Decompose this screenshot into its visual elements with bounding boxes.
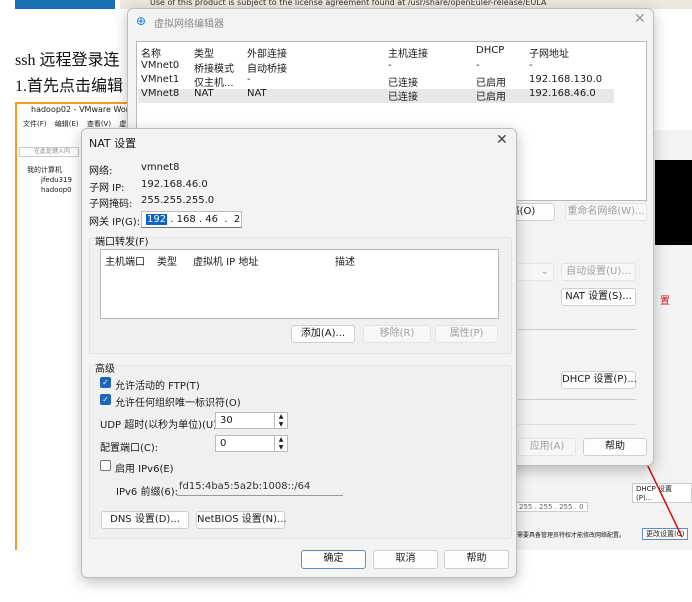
network-row-cell[interactable]: NAT bbox=[194, 88, 214, 99]
network-row-cell[interactable]: - bbox=[529, 60, 533, 71]
bg-netmask: 255 . 255 . 255 . 0 bbox=[515, 502, 588, 512]
udp-timeout-label: UDP 超时(以秒为单位)(U): bbox=[100, 420, 221, 431]
allow-oui-label: 允许任何组织唯一标识符(O) bbox=[115, 398, 241, 409]
dialog-title: 虚拟网络编辑器 bbox=[154, 19, 224, 30]
config-port-input[interactable]: 0 bbox=[215, 435, 275, 452]
add-button[interactable]: 添加(A)... bbox=[291, 325, 355, 343]
column-header[interactable]: 名称 bbox=[141, 45, 161, 60]
help-button[interactable]: 帮助 bbox=[583, 438, 647, 456]
network-row-cell[interactable]: 已启用 bbox=[476, 88, 506, 103]
cancel-button[interactable]: 取消 bbox=[373, 550, 438, 569]
admin-note: 需要具备管理员特权才能修改网络配置。 bbox=[517, 532, 626, 539]
properties-button[interactable]: 属性(P) bbox=[435, 325, 498, 343]
doc-line-1: ssh 远程登录连 bbox=[15, 52, 120, 69]
network-row-name[interactable]: VMnet0 bbox=[141, 60, 179, 71]
network-row-cell[interactable]: 已连接 bbox=[388, 74, 418, 89]
network-row-cell[interactable]: 自动桥接 bbox=[247, 60, 287, 75]
column-header[interactable]: 描述 bbox=[335, 253, 355, 268]
banner-image bbox=[15, 0, 115, 9]
allow-ftp-checkbox[interactable]: ✓ bbox=[100, 377, 111, 388]
bridge-dropdown[interactable]: ⌄ bbox=[516, 263, 554, 281]
red-arrow bbox=[644, 459, 683, 538]
column-header[interactable]: 类型 bbox=[157, 253, 177, 268]
network-row-cell[interactable]: 192.168.130.0 bbox=[529, 74, 602, 85]
gateway-octet[interactable]: 168 bbox=[177, 214, 196, 225]
gateway-ip-input[interactable]: 192 . 168 . 46 . 2 bbox=[141, 211, 242, 228]
network-row-cell[interactable]: 192.168.46.0 bbox=[529, 88, 596, 99]
nat-settings-button[interactable]: NAT 设置(S)... bbox=[561, 288, 636, 306]
ipv6-prefix-label: IPv6 前缀(6): bbox=[116, 487, 178, 498]
enable-ipv6-checkbox[interactable] bbox=[100, 460, 111, 471]
network-row-cell[interactable]: 桥接模式 bbox=[194, 60, 234, 75]
network-row-cell[interactable]: - bbox=[476, 60, 480, 71]
network-row-cell[interactable]: 已启用 bbox=[476, 74, 506, 89]
red-text: 置 bbox=[660, 296, 670, 307]
library-search[interactable]: 在此处键入内 bbox=[19, 147, 79, 157]
nat-dialog-title: NAT 设置 bbox=[89, 137, 137, 150]
apply-button[interactable]: 应用(A) bbox=[518, 438, 576, 456]
network-row-cell[interactable]: NAT bbox=[247, 88, 267, 99]
config-port-label: 配置端口(C): bbox=[100, 443, 159, 454]
doc-line-2: 1.首先点击编辑 bbox=[15, 78, 124, 95]
network-row-cell[interactable]: 仅主机... bbox=[194, 74, 234, 89]
gateway-octet[interactable]: 2 bbox=[234, 214, 240, 225]
column-header[interactable]: 类型 bbox=[194, 45, 214, 60]
config-port-stepper[interactable]: ▲ ▼ bbox=[274, 435, 288, 452]
gateway-octet[interactable]: 46 bbox=[205, 214, 218, 225]
auto-settings-button[interactable]: 自动设置(U)... bbox=[561, 263, 636, 281]
subnet-ip-label: 子网 IP: bbox=[89, 183, 125, 194]
port-forwarding-list[interactable]: 主机端口 类型 虚拟机 IP 地址 描述 bbox=[100, 249, 499, 319]
port-forwarding-label: 端口转发(F) bbox=[95, 237, 149, 248]
udp-timeout-stepper[interactable]: ▲ ▼ bbox=[274, 412, 288, 429]
dns-settings-button[interactable]: DNS 设置(D)... bbox=[101, 511, 189, 529]
tree-vm[interactable]: hadoop0 bbox=[27, 185, 81, 195]
column-header[interactable]: 外部连接 bbox=[247, 45, 287, 60]
column-header[interactable]: 虚拟机 IP 地址 bbox=[193, 253, 258, 268]
column-header[interactable]: 子网地址 bbox=[529, 45, 569, 60]
network-row-cell[interactable]: - bbox=[388, 60, 392, 71]
help-button[interactable]: 帮助 bbox=[444, 550, 509, 569]
remove-button[interactable]: 移除(R) bbox=[363, 325, 431, 343]
ipv6-prefix-input[interactable]: fd15:4ba5:5a2b:1008::/64 bbox=[177, 479, 343, 496]
tree-my-computer[interactable]: 我的计算机 bbox=[27, 165, 81, 175]
network-row-name[interactable]: VMnet1 bbox=[141, 74, 179, 85]
vmware-library: 在此处键入内 我的计算机 jfedu319 hadoop0 bbox=[15, 131, 81, 550]
network-row-cell[interactable]: - bbox=[247, 74, 251, 85]
column-header[interactable]: 主机端口 bbox=[105, 253, 145, 268]
vmware-title: hadoop02 - VMware Work bbox=[15, 102, 130, 117]
network-icon: ⊕ bbox=[136, 14, 147, 28]
enable-ipv6-label: 启用 IPv6(E) bbox=[115, 464, 174, 475]
subnet-mask-label: 子网掩码: bbox=[89, 199, 133, 210]
close-icon[interactable]: ✕ bbox=[496, 132, 508, 148]
column-header[interactable]: DHCP bbox=[476, 45, 504, 56]
gateway-label: 网关 IP(G): bbox=[89, 217, 141, 228]
allow-ftp-label: 允许活动的 FTP(T) bbox=[115, 381, 200, 392]
network-row-name[interactable]: VMnet8 bbox=[141, 88, 179, 99]
network-label: 网络: bbox=[89, 166, 113, 177]
advanced-label: 高级 bbox=[95, 364, 115, 375]
network-row-cell[interactable]: 已连接 bbox=[388, 88, 418, 103]
subnet-ip-value: 192.168.46.0 bbox=[141, 179, 208, 190]
network-value: vmnet8 bbox=[141, 162, 180, 173]
subnet-mask-value: 255.255.255.0 bbox=[141, 195, 215, 206]
column-header[interactable]: 主机连接 bbox=[388, 45, 428, 60]
tree-vm[interactable]: jfedu319 bbox=[27, 175, 81, 185]
close-icon[interactable]: ✕ bbox=[634, 11, 646, 27]
nat-settings-dialog: NAT 设置 ✕ 网络: vmnet8 子网 IP: 192.168.46.0 … bbox=[81, 128, 517, 578]
ok-button[interactable]: 确定 bbox=[301, 550, 366, 569]
allow-oui-checkbox[interactable]: ✓ bbox=[100, 394, 111, 405]
dhcp-settings-button[interactable]: DHCP 设置(P)... bbox=[561, 371, 637, 389]
netbios-settings-button[interactable]: NetBIOS 设置(N)... bbox=[196, 511, 287, 529]
rename-network-button[interactable]: 重命名网络(W)... bbox=[565, 203, 647, 221]
gateway-octet[interactable]: 192 bbox=[146, 214, 168, 225]
udp-timeout-input[interactable]: 30 bbox=[215, 412, 275, 429]
